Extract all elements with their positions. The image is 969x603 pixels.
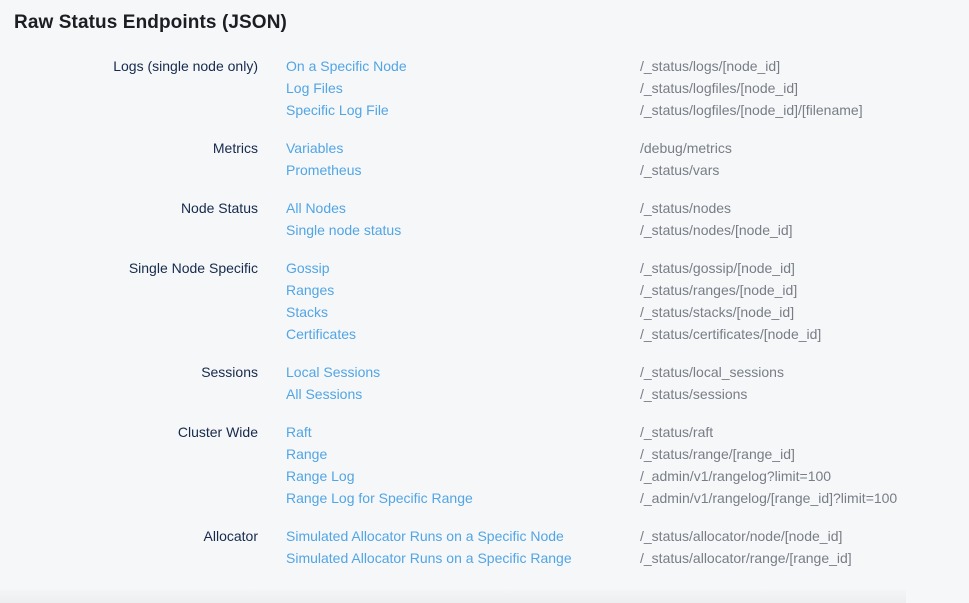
endpoint-section: Logs (single node only)On a Specific Nod…: [0, 55, 969, 121]
endpoint-link[interactable]: Local Sessions: [258, 361, 640, 383]
category-label: [0, 443, 258, 465]
endpoint-section: Cluster WideRaft/_status/raftRange/_stat…: [0, 421, 969, 509]
endpoint-row: Cluster WideRaft/_status/raft: [0, 421, 969, 443]
category-label: Node Status: [0, 197, 258, 219]
endpoint-row: Stacks/_status/stacks/[node_id]: [0, 301, 969, 323]
page-title: Raw Status Endpoints (JSON): [14, 12, 287, 34]
endpoint-row: SessionsLocal Sessions/_status/local_ses…: [0, 361, 969, 383]
endpoint-row: Simulated Allocator Runs on a Specific R…: [0, 547, 969, 569]
endpoint-link[interactable]: Log Files: [258, 77, 640, 99]
category-label: [0, 547, 258, 569]
category-label: [0, 279, 258, 301]
endpoint-path: /_status/nodes: [640, 197, 969, 219]
category-label: [0, 219, 258, 241]
endpoint-row: AllocatorSimulated Allocator Runs on a S…: [0, 525, 969, 547]
endpoint-link[interactable]: All Nodes: [258, 197, 640, 219]
endpoint-path: /debug/metrics: [640, 137, 969, 159]
endpoint-sections: Logs (single node only)On a Specific Nod…: [0, 55, 969, 585]
endpoint-path: /_status/nodes/[node_id]: [640, 219, 969, 241]
endpoint-path: /_status/raft: [640, 421, 969, 443]
raw-status-endpoints-page: Raw Status Endpoints (JSON) Logs (single…: [0, 0, 969, 603]
endpoint-path: /_status/allocator/range/[range_id]: [640, 547, 969, 569]
endpoint-path: /_status/local_sessions: [640, 361, 969, 383]
endpoint-link[interactable]: On a Specific Node: [258, 55, 640, 77]
category-label: Sessions: [0, 361, 258, 383]
endpoint-section: MetricsVariables/debug/metricsPrometheus…: [0, 137, 969, 181]
endpoint-link[interactable]: Simulated Allocator Runs on a Specific N…: [258, 525, 640, 547]
endpoint-link[interactable]: Raft: [258, 421, 640, 443]
endpoint-row: Range Log for Specific Range/_admin/v1/r…: [0, 487, 969, 509]
endpoint-link[interactable]: Simulated Allocator Runs on a Specific R…: [258, 547, 640, 569]
category-label: [0, 99, 258, 121]
endpoint-link[interactable]: Variables: [258, 137, 640, 159]
category-label: [0, 383, 258, 405]
endpoint-row: Single node status/_status/nodes/[node_i…: [0, 219, 969, 241]
category-label: [0, 487, 258, 509]
endpoint-row: MetricsVariables/debug/metrics: [0, 137, 969, 159]
endpoint-path: /_status/ranges/[node_id]: [640, 279, 969, 301]
endpoint-row: Prometheus/_status/vars: [0, 159, 969, 181]
endpoint-path: /_status/gossip/[node_id]: [640, 257, 969, 279]
endpoint-section: Single Node SpecificGossip/_status/gossi…: [0, 257, 969, 345]
endpoint-row: Logs (single node only)On a Specific Nod…: [0, 55, 969, 77]
endpoint-section: SessionsLocal Sessions/_status/local_ses…: [0, 361, 969, 405]
endpoint-link[interactable]: Specific Log File: [258, 99, 640, 121]
endpoint-link[interactable]: All Sessions: [258, 383, 640, 405]
endpoint-section: Node StatusAll Nodes/_status/nodesSingle…: [0, 197, 969, 241]
category-label: [0, 159, 258, 181]
category-label: [0, 465, 258, 487]
endpoint-path: /_admin/v1/rangelog/[range_id]?limit=100: [640, 487, 969, 509]
next-section-edge: [0, 590, 906, 603]
endpoint-path: /_status/sessions: [640, 383, 969, 405]
endpoint-path: /_status/logfiles/[node_id]/[filename]: [640, 99, 969, 121]
endpoint-row: Certificates/_status/certificates/[node_…: [0, 323, 969, 345]
endpoint-path: /_status/vars: [640, 159, 969, 181]
category-label: Cluster Wide: [0, 421, 258, 443]
endpoint-link[interactable]: Range Log: [258, 465, 640, 487]
category-label: Metrics: [0, 137, 258, 159]
endpoint-row: Range/_status/range/[range_id]: [0, 443, 969, 465]
endpoint-path: /_status/range/[range_id]: [640, 443, 969, 465]
endpoint-row: Specific Log File/_status/logfiles/[node…: [0, 99, 969, 121]
endpoint-path: /_status/stacks/[node_id]: [640, 301, 969, 323]
category-label: [0, 323, 258, 345]
endpoint-link[interactable]: Single node status: [258, 219, 640, 241]
endpoint-path: /_status/logs/[node_id]: [640, 55, 969, 77]
endpoint-row: All Sessions/_status/sessions: [0, 383, 969, 405]
endpoint-link[interactable]: Certificates: [258, 323, 640, 345]
endpoint-link[interactable]: Range: [258, 443, 640, 465]
endpoint-path: /_status/certificates/[node_id]: [640, 323, 969, 345]
endpoint-row: Ranges/_status/ranges/[node_id]: [0, 279, 969, 301]
category-label: Logs (single node only): [0, 55, 258, 77]
endpoint-path: /_status/logfiles/[node_id]: [640, 77, 969, 99]
category-label: [0, 77, 258, 99]
endpoint-link[interactable]: Stacks: [258, 301, 640, 323]
endpoint-link[interactable]: Ranges: [258, 279, 640, 301]
endpoint-row: Single Node SpecificGossip/_status/gossi…: [0, 257, 969, 279]
endpoint-row: Node StatusAll Nodes/_status/nodes: [0, 197, 969, 219]
endpoint-section: AllocatorSimulated Allocator Runs on a S…: [0, 525, 969, 569]
category-label: Single Node Specific: [0, 257, 258, 279]
endpoint-link[interactable]: Prometheus: [258, 159, 640, 181]
endpoint-path: /_status/allocator/node/[node_id]: [640, 525, 969, 547]
category-label: [0, 301, 258, 323]
endpoint-row: Range Log/_admin/v1/rangelog?limit=100: [0, 465, 969, 487]
endpoint-link[interactable]: Gossip: [258, 257, 640, 279]
category-label: Allocator: [0, 525, 258, 547]
endpoint-path: /_admin/v1/rangelog?limit=100: [640, 465, 969, 487]
endpoint-link[interactable]: Range Log for Specific Range: [258, 487, 640, 509]
endpoint-row: Log Files/_status/logfiles/[node_id]: [0, 77, 969, 99]
